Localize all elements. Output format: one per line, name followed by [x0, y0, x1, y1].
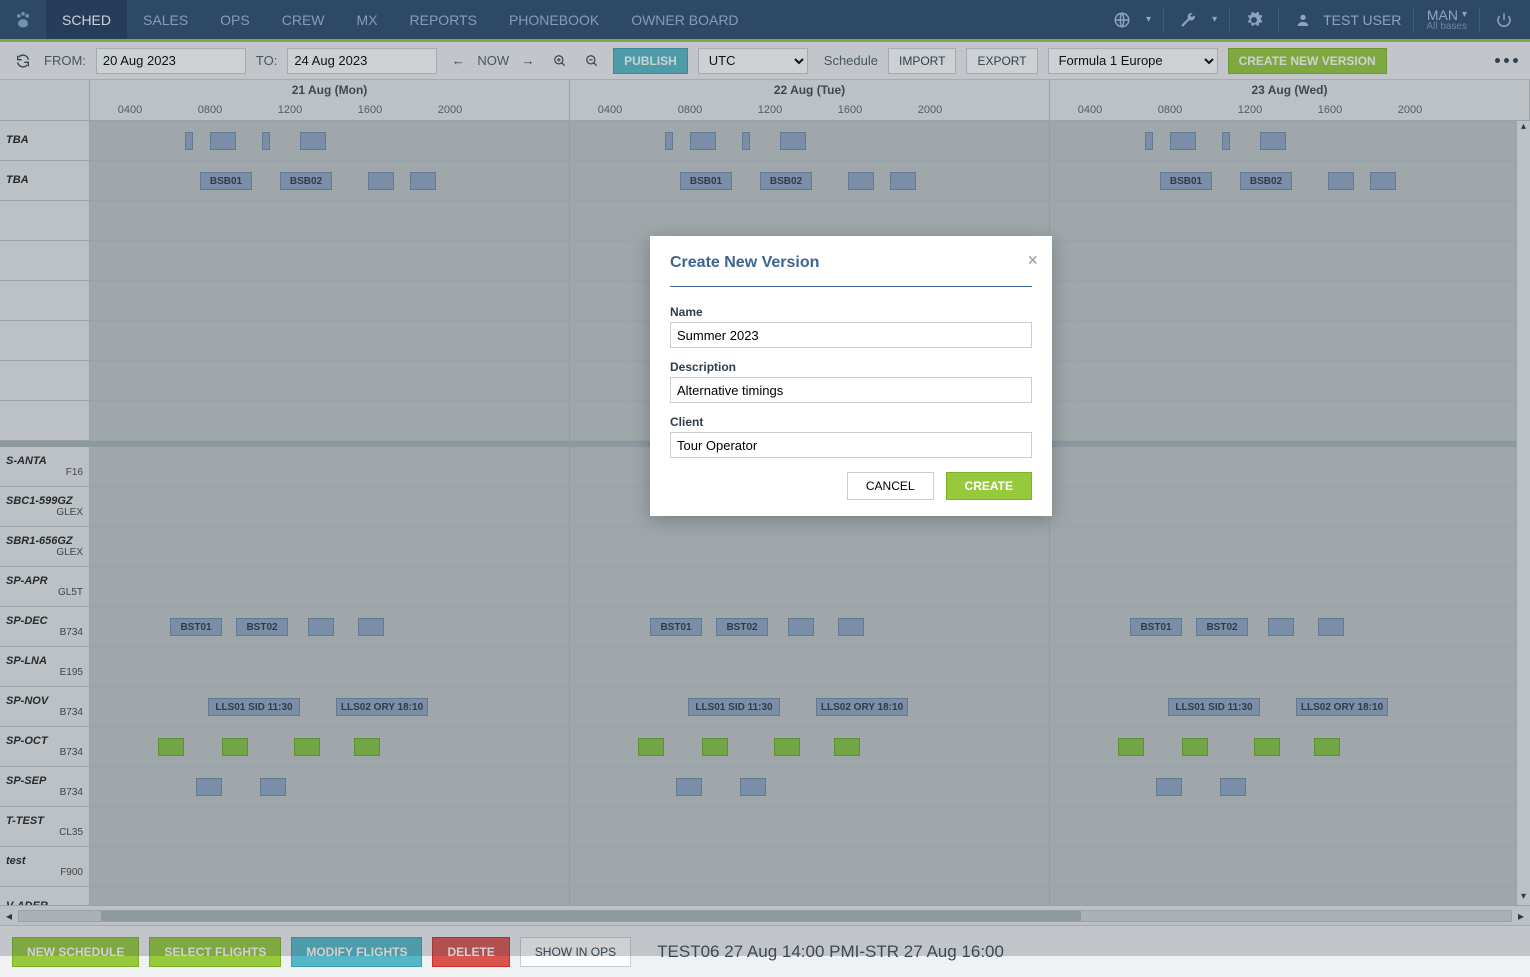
close-icon[interactable]: ×: [1027, 250, 1038, 271]
create-version-modal: Create New Version × Name Description Cl…: [650, 236, 1052, 516]
name-label: Name: [670, 305, 1032, 319]
client-input[interactable]: [670, 432, 1032, 458]
create-button[interactable]: CREATE: [946, 472, 1032, 500]
client-label: Client: [670, 415, 1032, 429]
description-label: Description: [670, 360, 1032, 374]
description-input[interactable]: [670, 377, 1032, 403]
name-input[interactable]: [670, 322, 1032, 348]
cancel-button[interactable]: CANCEL: [847, 472, 934, 500]
modal-title: Create New Version: [670, 254, 1032, 272]
